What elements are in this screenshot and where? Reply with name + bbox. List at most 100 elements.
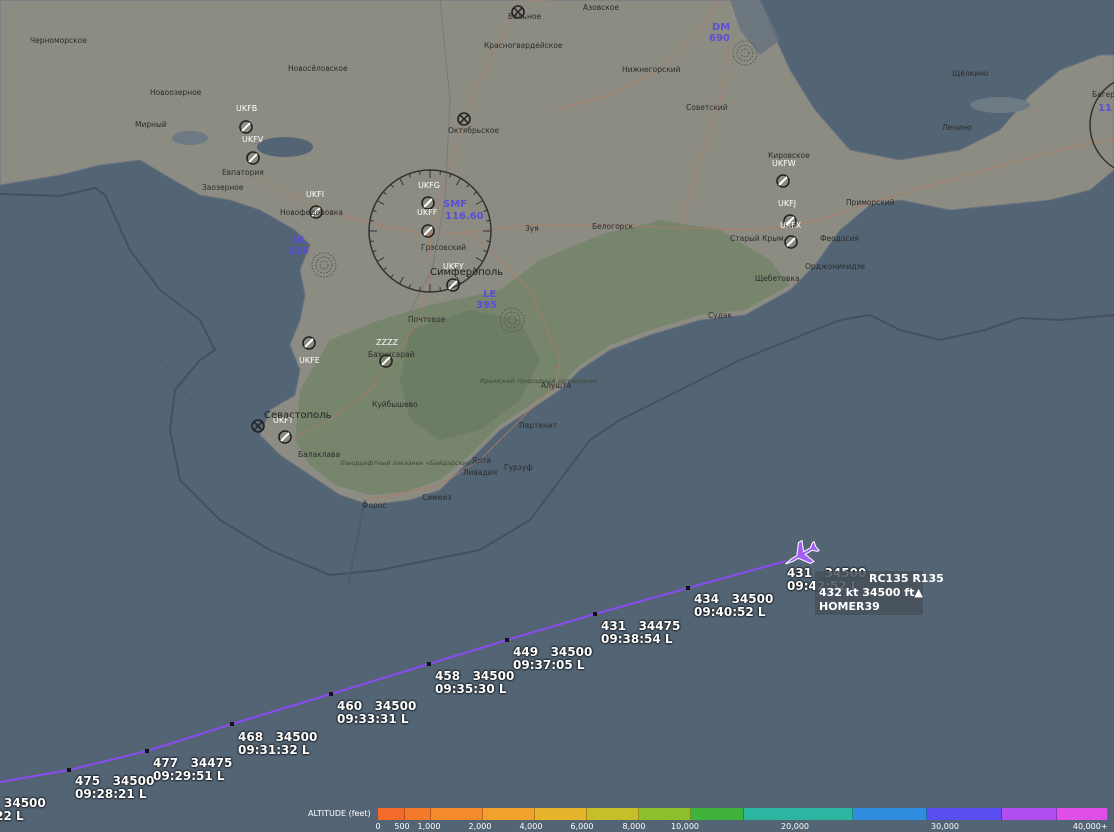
altitude-tick-label: 20,000 bbox=[781, 822, 809, 831]
town-label: Бахчисарай bbox=[368, 350, 415, 359]
track-point[interactable] bbox=[329, 692, 333, 696]
altitude-color-segment bbox=[535, 808, 588, 820]
navaid-label: DM bbox=[712, 22, 730, 33]
airport-code: UKFI bbox=[306, 190, 324, 199]
altitude-tick-label: 8,000 bbox=[622, 822, 646, 831]
town-label: Куйбышево bbox=[372, 400, 418, 409]
town-label: Нижнегорский bbox=[622, 65, 681, 74]
compass-tick bbox=[439, 170, 442, 175]
track-point[interactable] bbox=[427, 662, 431, 666]
altitude-color-segment bbox=[852, 808, 928, 820]
compass-tick bbox=[418, 170, 421, 175]
town-label: Ленино bbox=[942, 123, 972, 132]
airport-code: UKFF bbox=[417, 208, 438, 217]
track-time: 09:38:54 L bbox=[601, 632, 673, 646]
aircraft-type: RC135 R135 bbox=[869, 572, 944, 585]
lake bbox=[172, 131, 208, 145]
town-label: Крымский природный заповедник bbox=[480, 377, 598, 385]
aircraft-speed-alt: 432 kt 34500 ft▲ bbox=[819, 586, 923, 599]
navaid-freq: 690 bbox=[709, 33, 730, 44]
town-label: Гурзуф bbox=[504, 463, 533, 472]
town-label: Багерово bbox=[1092, 90, 1114, 99]
compass-tick bbox=[439, 287, 442, 292]
track-point[interactable] bbox=[505, 638, 509, 642]
track-point-label: 431 34475 09:38:54 L bbox=[601, 620, 680, 646]
navaid-label: SMF bbox=[443, 199, 467, 210]
airport-code: UKFV bbox=[242, 135, 264, 144]
town-label: Черноморское bbox=[30, 36, 87, 45]
town-label: Мирный bbox=[135, 120, 167, 129]
navaid-freq: 326 bbox=[288, 246, 309, 257]
airport-code: UKFW bbox=[772, 159, 796, 168]
track-point[interactable] bbox=[145, 749, 149, 753]
town-label: Орджоникидзе bbox=[805, 262, 866, 271]
altitude-color-bar bbox=[378, 808, 1109, 820]
town-label: Зуя bbox=[525, 224, 539, 233]
altitude-color-segment bbox=[404, 808, 432, 820]
altitude-color-segment bbox=[691, 808, 744, 820]
altitude-legend: ALTITUDE (feet) 0 500 1,000 2,000 4,000 6,000… bbox=[300, 806, 1114, 832]
town-label: Вольное bbox=[508, 12, 541, 21]
track-point-label: 460 34500 09:33:31 L bbox=[337, 700, 416, 726]
town-label: Севастополь bbox=[264, 410, 332, 421]
town-label: Балаклава bbox=[298, 450, 340, 459]
airport-code: UKFG bbox=[418, 181, 440, 190]
altitude-color-segment bbox=[639, 808, 692, 820]
town-label: Советский bbox=[686, 103, 728, 112]
track-point-label: 477 34475 09:29:51 L bbox=[153, 757, 232, 783]
navaid-label: NL bbox=[292, 235, 307, 246]
altitude-legend-title: ALTITUDE (feet) bbox=[308, 809, 371, 818]
aircraft-info-box[interactable]: RC135 R135 432 kt 34500 ft▲ HOMER39 bbox=[815, 571, 944, 615]
altitude-color-segment bbox=[587, 808, 640, 820]
altitude-tick-label: 1,000 bbox=[417, 822, 441, 831]
airport-code: ZZZZ bbox=[376, 338, 398, 347]
navaid-freq-fragment: 11 bbox=[1098, 103, 1112, 114]
altitude-tick-label: 0 bbox=[375, 822, 381, 831]
track-point-label: 449 34500 09:37:05 L bbox=[513, 646, 592, 672]
town-label: Ландшафтный заказник «Байдарский» bbox=[339, 459, 475, 467]
track-point[interactable] bbox=[686, 586, 690, 590]
track-time: 09:29:51 L bbox=[153, 769, 225, 783]
track-time: 09:37:05 L bbox=[513, 658, 585, 672]
compass-tick bbox=[418, 287, 421, 292]
track-point-label: 458 34500 09:35:30 L bbox=[435, 670, 514, 696]
airport-code: UKFJ bbox=[778, 199, 796, 208]
navaid-freq: 395 bbox=[476, 300, 497, 311]
compass-tick bbox=[369, 240, 374, 243]
airport-code: UKFX bbox=[780, 221, 802, 230]
town-label: Феодосия bbox=[820, 234, 859, 243]
town-label: Щебетовка bbox=[755, 274, 800, 283]
town-label: Белогорск bbox=[592, 222, 634, 231]
navaid-label: LE bbox=[483, 289, 496, 300]
altitude-tick-label: 500 bbox=[394, 822, 410, 831]
track-point-label: 475 34500 09:28:21 L bbox=[75, 775, 154, 801]
track-point[interactable] bbox=[230, 722, 234, 726]
track-point-label: 345006:22 L bbox=[0, 797, 46, 823]
track-time: 09:28:21 L bbox=[75, 787, 147, 801]
town-label: Симеиз bbox=[422, 493, 451, 502]
altitude-tick-label: 40,000+ bbox=[1072, 822, 1108, 831]
map-canvas[interactable]: UKFBUKFVUKFIUKFGUKFFUKFYZZZZUKFEUKFWUKFJ… bbox=[0, 0, 1114, 832]
track-time: 09:35:30 L bbox=[435, 682, 507, 696]
track-point[interactable] bbox=[67, 768, 71, 772]
town-label: Евпатория bbox=[222, 168, 264, 177]
town-label: Новофедоровка bbox=[280, 208, 343, 217]
town-label: Новоозерное bbox=[150, 88, 202, 97]
altitude-tick-label: 10,000 bbox=[671, 822, 699, 831]
town-label: Щёлкино bbox=[952, 69, 989, 78]
altitude-color-segment bbox=[743, 808, 853, 820]
town-label: Судак bbox=[708, 311, 732, 320]
town-label: Красногвардейское bbox=[484, 41, 563, 50]
track-point[interactable] bbox=[593, 612, 597, 616]
altitude-tick-label: 2,000 bbox=[468, 822, 492, 831]
town-label: Октябрьское bbox=[448, 126, 499, 135]
track-time: 09:31:32 L bbox=[238, 743, 310, 757]
town-label: Кировское bbox=[768, 151, 810, 160]
jet-aircraft-icon[interactable] bbox=[781, 537, 821, 573]
track-time: 6:22 L bbox=[0, 809, 24, 823]
altitude-color-segment bbox=[431, 808, 484, 820]
town-label: Грэсовский bbox=[421, 243, 466, 252]
altitude-color-segment bbox=[1056, 808, 1109, 820]
navaid-freq: 116.60 bbox=[445, 211, 484, 222]
town-label: Старый Крым bbox=[730, 234, 784, 243]
